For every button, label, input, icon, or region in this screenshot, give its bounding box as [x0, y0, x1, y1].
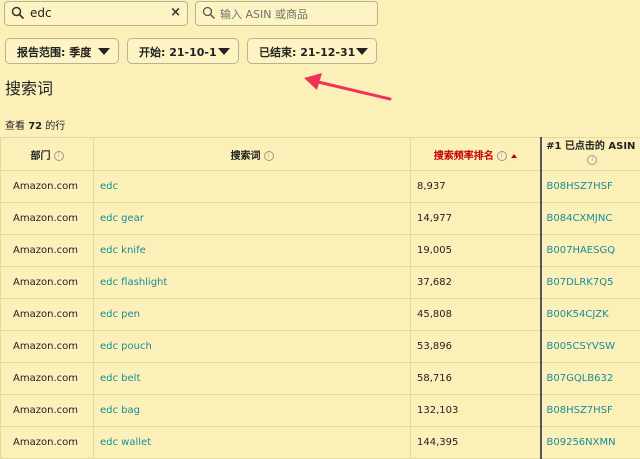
asin-link[interactable]: B00K54CJZK: [541, 299, 640, 331]
report-range-dropdown[interactable]: 报告范围: 季度: [5, 38, 119, 64]
search-icon: [11, 6, 25, 20]
dept-cell: Amazon.com: [1, 235, 94, 267]
rank-cell: 45,808: [411, 299, 541, 331]
dept-cell: Amazon.com: [1, 299, 94, 331]
column-header-term-label: 搜索词: [231, 151, 261, 162]
search-term-link[interactable]: edc: [94, 171, 411, 203]
dept-cell: Amazon.com: [1, 427, 94, 459]
dept-cell: Amazon.com: [1, 331, 94, 363]
row-count-suffix: 的行: [42, 121, 65, 132]
search-term-link[interactable]: edc flashlight: [94, 267, 411, 299]
dept-cell: Amazon.com: [1, 267, 94, 299]
table-row: Amazon.comedc knife19,005B007HAESGQ: [1, 235, 640, 267]
table-row: Amazon.comedc pen45,808B00K54CJZK: [1, 299, 640, 331]
search-term-link[interactable]: edc pouch: [94, 331, 411, 363]
dept-cell: Amazon.com: [1, 395, 94, 427]
row-count: 查看 72 的行: [5, 117, 65, 132]
search-terms-table: 部门i 搜索词i 搜索频率排名i #1 已点击的 ASIN i Amazon.c…: [0, 137, 640, 459]
column-header-asin[interactable]: #1 已点击的 ASIN i: [541, 138, 640, 171]
close-icon[interactable]: ×: [170, 5, 181, 20]
asin-link[interactable]: B08HSZ7HSF: [541, 395, 640, 427]
table-body: Amazon.comedc8,937B08HSZ7HSFAmazon.comed…: [1, 171, 640, 459]
asin-search-field[interactable]: [195, 1, 378, 26]
table-row: Amazon.comedc pouch53,896B005CSYVSW: [1, 331, 640, 363]
chevron-down-icon: [356, 48, 368, 55]
rank-cell: 8,937: [411, 171, 541, 203]
table-row: Amazon.comedc bag132,103B08HSZ7HSF: [1, 395, 640, 427]
search-value: edc: [30, 6, 52, 20]
rank-cell: 14,977: [411, 203, 541, 235]
table-row: Amazon.comedc belt58,716B07GQLB632: [1, 363, 640, 395]
rank-cell: 144,395: [411, 427, 541, 459]
search-icon: [202, 6, 216, 20]
end-date-label: 已结束: 21-12-31: [259, 44, 355, 60]
info-icon[interactable]: i: [497, 151, 507, 161]
table-row: Amazon.comedc flashlight37,682B07DLRK7Q5: [1, 267, 640, 299]
column-header-term[interactable]: 搜索词i: [94, 138, 411, 171]
column-header-rank-label: 搜索频率排名: [434, 151, 494, 162]
column-header-dept[interactable]: 部门i: [1, 138, 94, 171]
column-header-dept-label: 部门: [31, 151, 51, 162]
annotation-arrow-icon: [300, 70, 395, 105]
row-count-number: 72: [28, 121, 42, 132]
end-date-dropdown[interactable]: 已结束: 21-12-31: [247, 38, 377, 64]
dept-cell: Amazon.com: [1, 363, 94, 395]
asin-link[interactable]: B08HSZ7HSF: [541, 171, 640, 203]
search-term-link[interactable]: edc belt: [94, 363, 411, 395]
asin-link[interactable]: B005CSYVSW: [541, 331, 640, 363]
column-header-asin-label: #1 已点击的 ASIN: [546, 141, 635, 152]
info-icon[interactable]: i: [264, 151, 274, 161]
table-row: Amazon.comedc wallet144,395B09256NXMN: [1, 427, 640, 459]
asin-link[interactable]: B07GQLB632: [541, 363, 640, 395]
rank-cell: 132,103: [411, 395, 541, 427]
row-count-prefix: 查看: [5, 121, 28, 132]
sort-ascending-icon: [511, 154, 517, 158]
table-row: Amazon.comedc gear14,977B084CXMJNC: [1, 203, 640, 235]
rank-cell: 19,005: [411, 235, 541, 267]
rank-cell: 37,682: [411, 267, 541, 299]
column-header-rank[interactable]: 搜索频率排名i: [411, 138, 541, 171]
search-input[interactable]: edc ×: [4, 1, 188, 26]
info-icon[interactable]: i: [587, 155, 597, 165]
dept-cell: Amazon.com: [1, 171, 94, 203]
search-term-link[interactable]: edc knife: [94, 235, 411, 267]
asin-search-input[interactable]: [218, 4, 372, 25]
table-row: Amazon.comedc8,937B08HSZ7HSF: [1, 171, 640, 203]
asin-link[interactable]: B07DLRK7Q5: [541, 267, 640, 299]
table-header-row: 部门i 搜索词i 搜索频率排名i #1 已点击的 ASIN i: [1, 138, 640, 171]
page-title: 搜索词: [5, 75, 53, 99]
chevron-down-icon: [98, 48, 110, 55]
search-term-link[interactable]: edc pen: [94, 299, 411, 331]
chevron-down-icon: [218, 48, 230, 55]
rank-cell: 53,896: [411, 331, 541, 363]
info-icon[interactable]: i: [54, 151, 64, 161]
start-date-label: 开始: 21-10-1: [139, 44, 217, 60]
search-term-link[interactable]: edc bag: [94, 395, 411, 427]
search-term-link[interactable]: edc wallet: [94, 427, 411, 459]
start-date-dropdown[interactable]: 开始: 21-10-1: [127, 38, 239, 64]
report-range-label: 报告范围: 季度: [17, 44, 91, 60]
asin-link[interactable]: B007HAESGQ: [541, 235, 640, 267]
search-term-link[interactable]: edc gear: [94, 203, 411, 235]
rank-cell: 58,716: [411, 363, 541, 395]
asin-link[interactable]: B084CXMJNC: [541, 203, 640, 235]
asin-link[interactable]: B09256NXMN: [541, 427, 640, 459]
dept-cell: Amazon.com: [1, 203, 94, 235]
